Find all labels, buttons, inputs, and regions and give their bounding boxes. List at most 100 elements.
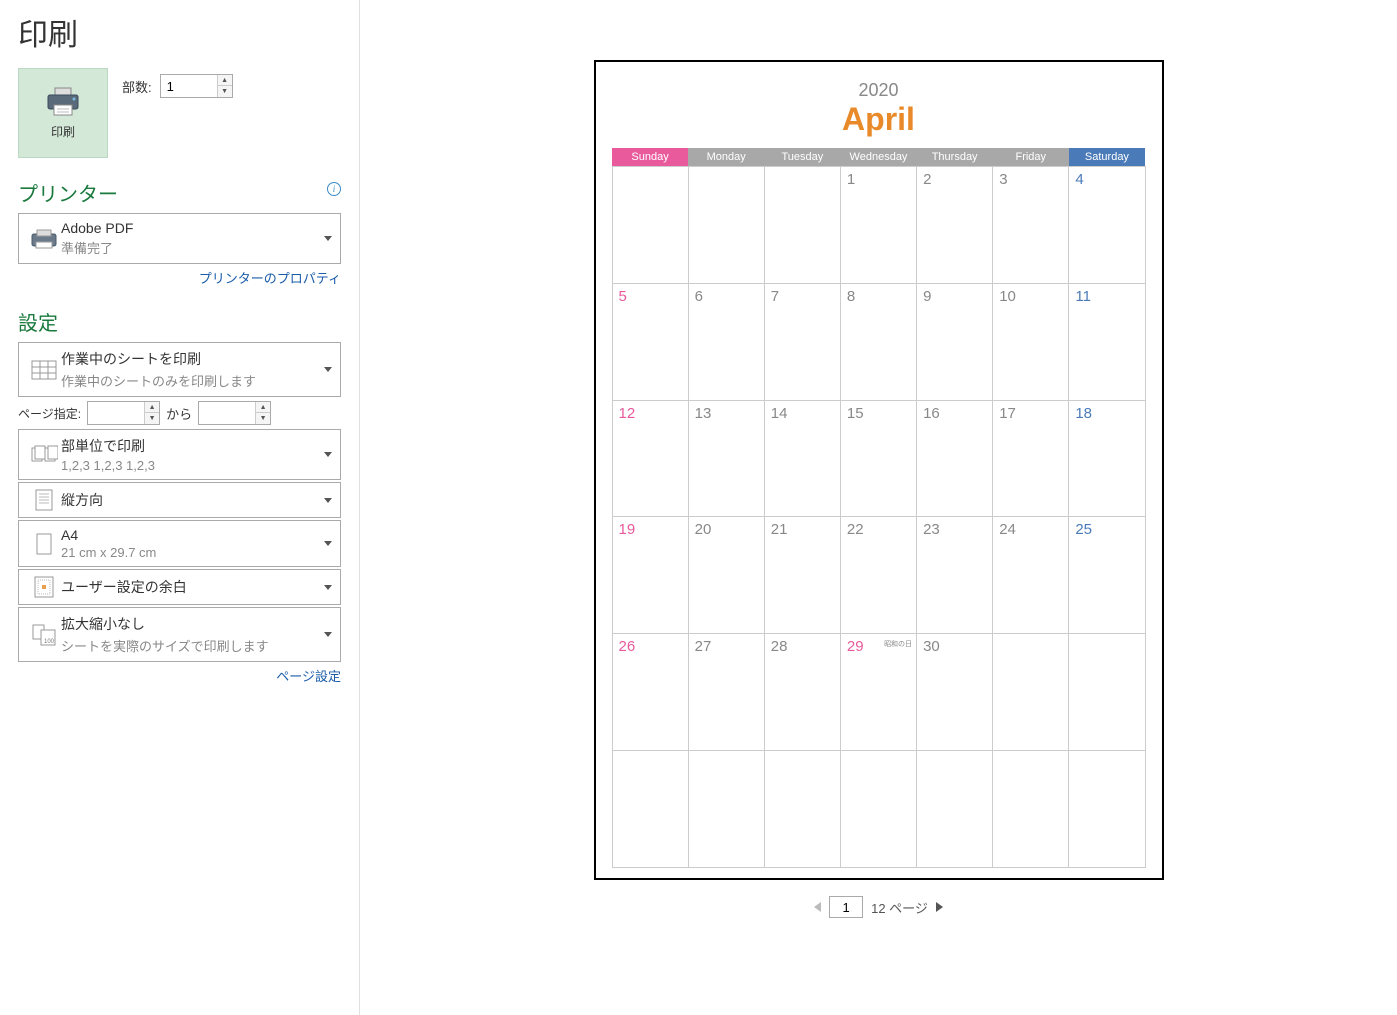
calendar-cell: 14	[764, 400, 840, 517]
collate-dropdown[interactable]: 部単位で印刷 1,2,3 1,2,3 1,2,3	[18, 429, 341, 480]
calendar-cell: 12	[612, 400, 688, 517]
calendar-cell	[1069, 751, 1145, 868]
calendar-cell	[993, 634, 1069, 751]
page-from-spinner[interactable]: ▲▼	[87, 401, 160, 425]
printer-icon	[45, 87, 81, 117]
calendar-cell: 16	[917, 400, 993, 517]
collate-title: 部単位で印刷	[61, 436, 324, 456]
print-button[interactable]: 印刷	[18, 68, 108, 158]
svg-text:100: 100	[44, 639, 55, 645]
chevron-down-icon	[324, 367, 332, 372]
calendar-year: 2020	[612, 80, 1146, 101]
calendar-cell: 20	[688, 517, 764, 634]
chevron-down-icon	[324, 236, 332, 241]
calendar-cell: 3	[993, 167, 1069, 284]
calendar-cell: 18	[1069, 400, 1145, 517]
paper-dropdown[interactable]: A4 21 cm x 29.7 cm	[18, 520, 341, 567]
weekday-header: Thursday	[917, 148, 993, 167]
page-from-input[interactable]	[88, 402, 144, 424]
page-to-down[interactable]: ▼	[256, 413, 270, 424]
scaling-dropdown[interactable]: 100 拡大縮小なし シートを実際のサイズで印刷します	[18, 607, 341, 662]
calendar-cell	[688, 751, 764, 868]
copies-label: 部数:	[122, 77, 152, 96]
print-preview: 2020 April SundayMondayTuesdayWednesdayT…	[594, 60, 1164, 880]
copies-spinner[interactable]: ▲ ▼	[160, 74, 233, 98]
chevron-down-icon	[324, 585, 332, 590]
calendar-cell: 26	[612, 634, 688, 751]
calendar-cell: 30	[917, 634, 993, 751]
page-setup-link[interactable]: ページ設定	[276, 669, 341, 684]
collate-icon	[30, 445, 58, 465]
weekday-header: Monday	[688, 148, 764, 167]
pager-current-input[interactable]	[829, 896, 863, 918]
calendar-cell: 11	[1069, 283, 1145, 400]
calendar-cell	[993, 751, 1069, 868]
copies-input[interactable]	[161, 75, 217, 97]
page-to-input[interactable]	[199, 402, 255, 424]
paper-sub: 21 cm x 29.7 cm	[61, 545, 324, 560]
print-what-sub: 作業中のシートのみを印刷します	[61, 371, 324, 390]
chevron-down-icon	[324, 541, 332, 546]
page-from-up[interactable]: ▲	[145, 402, 159, 413]
holiday-label: 昭和の日	[884, 639, 912, 649]
calendar-cell	[764, 167, 840, 284]
copies-up[interactable]: ▲	[218, 75, 232, 86]
pager-total: 12 ページ	[871, 898, 928, 917]
calendar-cell: 6	[688, 283, 764, 400]
calendar-cell: 1	[840, 167, 916, 284]
calendar-cell	[840, 751, 916, 868]
paper-icon	[36, 533, 52, 555]
printer-section-title: プリンター i	[18, 178, 341, 207]
sheet-icon	[31, 360, 57, 380]
printer-properties-link[interactable]: プリンターのプロパティ	[199, 271, 341, 286]
printer-dropdown[interactable]: Adobe PDF 準備完了	[18, 213, 341, 264]
page-to-up[interactable]: ▲	[256, 402, 270, 413]
scaling-sub: シートを実際のサイズで印刷します	[61, 636, 324, 655]
margins-dropdown[interactable]: ユーザー設定の余白	[18, 569, 341, 605]
calendar-table: SundayMondayTuesdayWednesdayThursdayFrid…	[612, 148, 1146, 868]
page-range-label: ページ指定:	[18, 405, 81, 422]
calendar-cell: 24	[993, 517, 1069, 634]
calendar-cell: 29昭和の日	[840, 634, 916, 751]
portrait-icon	[35, 489, 53, 511]
pager-prev[interactable]	[814, 902, 821, 912]
calendar-cell: 5	[612, 283, 688, 400]
pager: 12 ページ	[814, 896, 943, 918]
paper-title: A4	[61, 527, 324, 543]
calendar-cell: 8	[840, 283, 916, 400]
print-button-label: 印刷	[51, 123, 75, 140]
orientation-title: 縦方向	[61, 490, 324, 510]
calendar-cell	[688, 167, 764, 284]
orientation-dropdown[interactable]: 縦方向	[18, 482, 341, 518]
calendar-cell: 27	[688, 634, 764, 751]
calendar-cell: 9	[917, 283, 993, 400]
calendar-cell: 21	[764, 517, 840, 634]
calendar-cell	[612, 167, 688, 284]
calendar-cell	[1069, 634, 1145, 751]
calendar-cell: 7	[764, 283, 840, 400]
calendar-cell: 2	[917, 167, 993, 284]
info-icon[interactable]: i	[327, 182, 341, 196]
calendar-cell: 4	[1069, 167, 1145, 284]
weekday-header: Saturday	[1069, 148, 1145, 167]
calendar-cell: 19	[612, 517, 688, 634]
page-from-down[interactable]: ▼	[145, 413, 159, 424]
printer-device-icon	[30, 228, 58, 250]
chevron-down-icon	[324, 632, 332, 637]
calendar-cell	[764, 751, 840, 868]
calendar-cell: 28	[764, 634, 840, 751]
margins-icon	[34, 576, 54, 598]
calendar-cell: 15	[840, 400, 916, 517]
scaling-icon: 100	[32, 624, 56, 646]
weekday-header: Tuesday	[764, 148, 840, 167]
copies-down[interactable]: ▼	[218, 86, 232, 97]
weekday-header: Sunday	[612, 148, 688, 167]
print-what-title: 作業中のシートを印刷	[61, 349, 324, 369]
print-what-dropdown[interactable]: 作業中のシートを印刷 作業中のシートのみを印刷します	[18, 342, 341, 397]
weekday-header: Friday	[993, 148, 1069, 167]
page-to-spinner[interactable]: ▲▼	[198, 401, 271, 425]
calendar-cell	[612, 751, 688, 868]
pager-next[interactable]	[936, 902, 943, 912]
calendar-month: April	[612, 101, 1146, 138]
calendar-cell	[917, 751, 993, 868]
